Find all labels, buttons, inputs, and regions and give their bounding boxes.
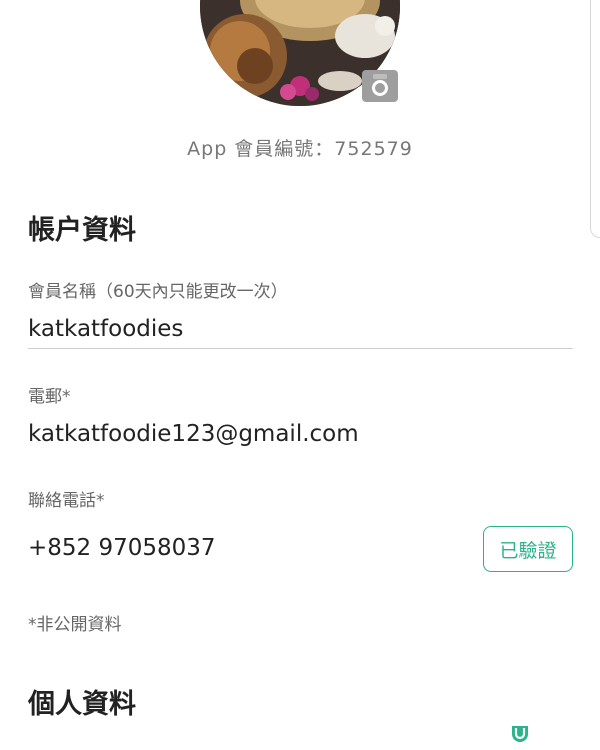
member-name-label: 會員名稱（60天內只能更改一次）	[28, 282, 288, 302]
side-scroll-handle[interactable]	[590, 0, 600, 238]
verified-button[interactable]: 已驗證	[483, 526, 573, 572]
member-name-input[interactable]: katkatfoodies	[28, 316, 183, 342]
member-id-text: App 會員編號：752579	[187, 138, 413, 160]
email-value: katkatfoodie123@gmail.com	[28, 421, 359, 447]
phone-value: +852 97058037	[28, 535, 216, 561]
u-logo-icon	[510, 724, 530, 744]
member-name-underline	[28, 348, 573, 349]
personal-section-title: 個人資料	[28, 689, 136, 720]
email-label: 電郵*	[28, 387, 71, 407]
private-note: *非公開資料	[28, 615, 122, 635]
profile-page: App 會員編號：752579 帳户資料 會員名稱（60天內只能更改一次） ka…	[0, 0, 600, 750]
camera-icon[interactable]	[362, 70, 398, 102]
phone-label: 聯絡電話*	[28, 491, 105, 511]
account-section-title: 帳户資料	[28, 215, 136, 246]
